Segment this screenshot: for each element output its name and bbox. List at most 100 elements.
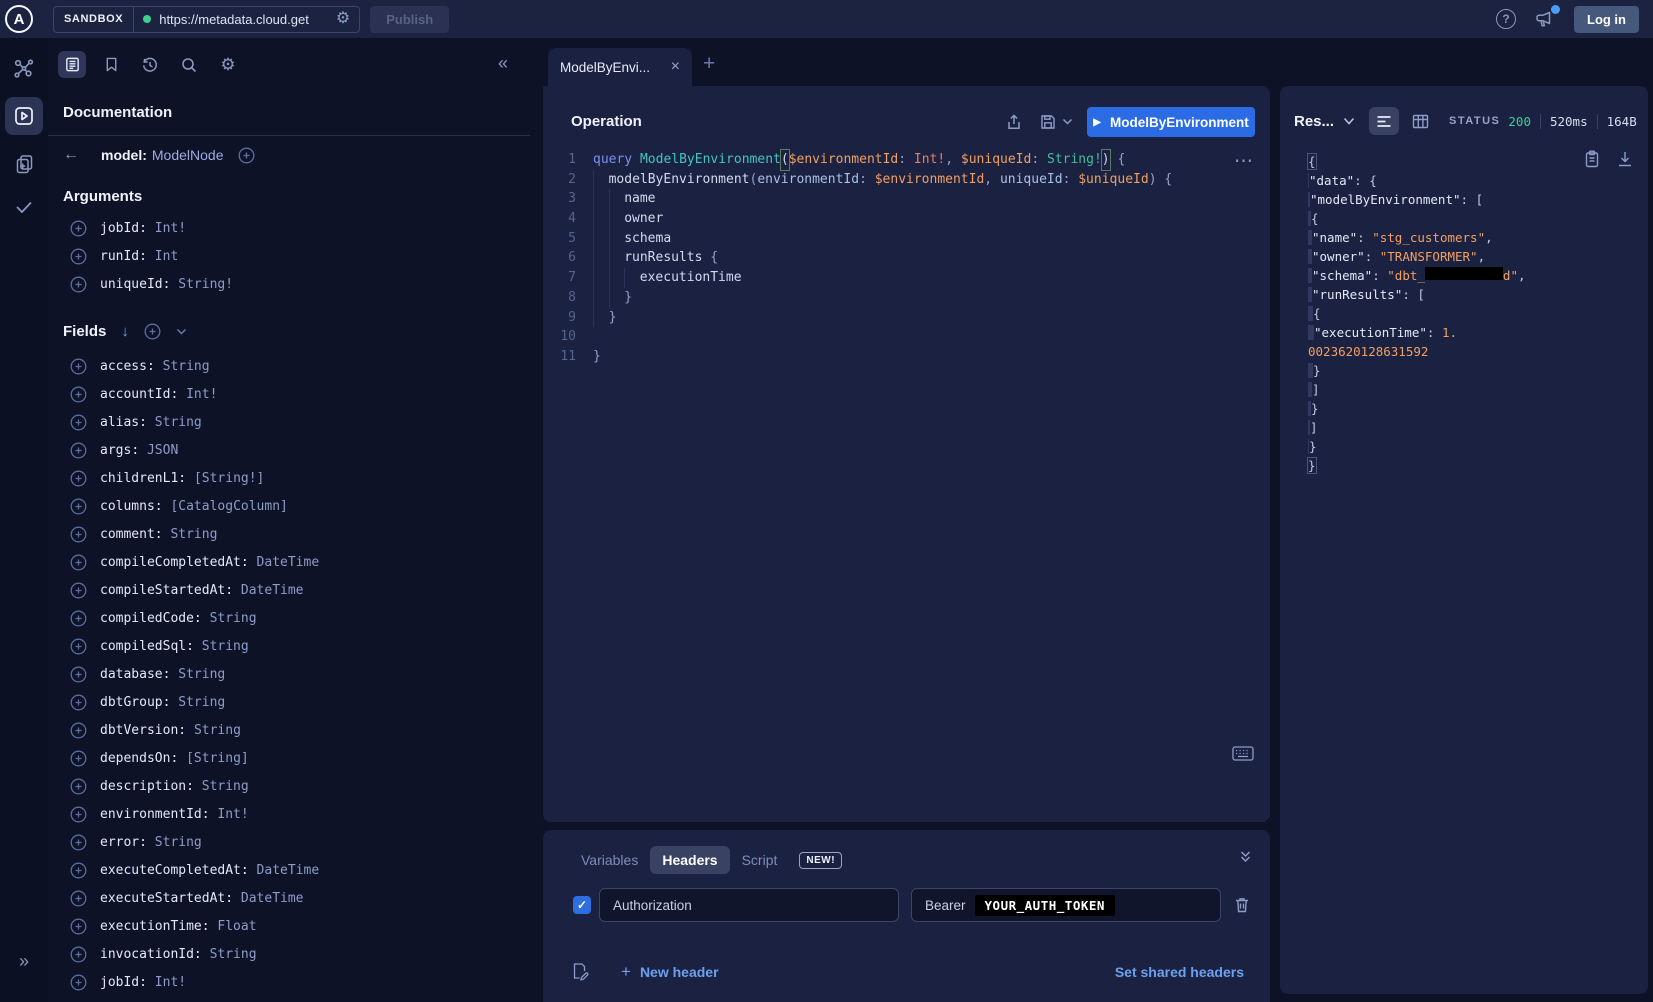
field-item[interactable]: executionTime: Float (63, 912, 530, 940)
field-item[interactable]: columns: [CatalogColumn] (63, 492, 530, 520)
docs-tab-saved[interactable] (97, 51, 125, 78)
response-line: "modelByEnvironment": [ (1308, 190, 1636, 209)
preflight-script-icon[interactable] (571, 963, 589, 982)
secondary-panel: Variables Headers Script NEW! ✓ Authoriz… (543, 830, 1270, 1002)
help-icon[interactable]: ? (1496, 9, 1516, 29)
editor-options-button[interactable]: ⋯ (1234, 152, 1254, 171)
publish-button[interactable]: Publish (370, 6, 449, 33)
circle-plus-icon (70, 610, 87, 627)
field-item[interactable]: executeStartedAt: DateTime (63, 884, 530, 912)
delete-header-button[interactable] (1234, 896, 1250, 914)
header-name-input[interactable]: Authorization (599, 888, 899, 922)
announcements-icon[interactable] (1534, 9, 1556, 29)
field-item[interactable]: dbtVersion: String (63, 716, 530, 744)
sidebar-item-explorer[interactable] (5, 97, 43, 135)
history-clock-icon (141, 56, 159, 74)
chevron-down-icon[interactable] (176, 328, 187, 336)
field-item[interactable]: jobId: Int! (63, 968, 530, 996)
argument-item[interactable]: uniqueId: String! (63, 270, 530, 298)
response-title[interactable]: Res... (1294, 113, 1334, 130)
tab-headers[interactable]: Headers (650, 846, 729, 874)
field-item[interactable]: args: JSON (63, 436, 530, 464)
connection-settings-gear-icon[interactable]: ⚙ (336, 11, 350, 27)
circle-plus-icon (70, 470, 87, 487)
save-button[interactable] (1039, 113, 1057, 131)
field-item[interactable]: access: String (63, 352, 530, 380)
login-button[interactable]: Log in (1574, 6, 1639, 33)
new-feature-badge: NEW! (799, 852, 842, 869)
sidebar-item-sandboxes[interactable] (0, 143, 48, 185)
endpoint-url-text[interactable]: https://metadata.cloud.get (159, 12, 328, 27)
trash-icon (1234, 896, 1250, 914)
connection-status-dot (143, 15, 151, 23)
run-operation-button[interactable]: ▶ ModelByEnvironment (1087, 107, 1255, 137)
field-item[interactable]: comment: String (63, 520, 530, 548)
field-item[interactable]: compileStartedAt: DateTime (63, 576, 530, 604)
header-enabled-checkbox[interactable]: ✓ (573, 896, 591, 914)
share-button[interactable] (1005, 113, 1023, 131)
divider (1597, 114, 1598, 129)
response-line: 0023620128631592 (1308, 342, 1636, 361)
field-item[interactable]: database: String (63, 660, 530, 688)
tab-variables[interactable]: Variables (569, 846, 650, 874)
fields-section-title: Fields (63, 323, 106, 340)
field-item[interactable]: compiledCode: String (63, 604, 530, 632)
save-icon (1039, 113, 1057, 131)
argument-item[interactable]: runId: Int (63, 242, 530, 270)
field-item[interactable]: error: String (63, 828, 530, 856)
field-item[interactable]: childrenL1: [String!] (63, 464, 530, 492)
endpoint-group: SANDBOX https://metadata.cloud.get ⚙ (53, 6, 360, 33)
circle-plus-icon (70, 918, 87, 935)
field-item[interactable]: compileCompletedAt: DateTime (63, 548, 530, 576)
collapse-panel-button[interactable] (1239, 850, 1252, 863)
docs-tab-settings[interactable]: ⚙ (214, 51, 242, 78)
new-header-button[interactable]: + New header (621, 962, 719, 982)
response-line: } (1308, 399, 1636, 418)
set-shared-headers-button[interactable]: Set shared headers (1115, 964, 1244, 980)
collapse-docs-button[interactable]: « (498, 53, 508, 74)
circle-plus-icon (70, 750, 87, 767)
back-arrow-icon[interactable]: ← (63, 146, 79, 164)
field-item[interactable]: invocationId: String (63, 940, 530, 968)
field-item[interactable]: alias: String (63, 408, 530, 436)
formatted-view-button[interactable] (1369, 107, 1399, 135)
field-item[interactable]: description: String (63, 772, 530, 800)
circle-plus-icon (70, 834, 87, 851)
sidebar-item-checklist[interactable] (0, 185, 48, 227)
circle-plus-icon (70, 806, 87, 823)
field-item[interactable]: environmentId: Int! (63, 800, 530, 828)
docs-tab-documentation[interactable] (58, 51, 86, 78)
operation-tab[interactable]: ModelByEnvi... × (548, 48, 692, 86)
field-item[interactable]: compiledSql: String (63, 632, 530, 660)
circle-plus-icon (70, 276, 87, 293)
response-dropdown-chevron[interactable] (1343, 117, 1355, 126)
response-stats: STATUS 200 520ms 164B (1449, 114, 1637, 129)
argument-item[interactable]: jobId: Int! (63, 214, 530, 242)
operation-actions: ▶ ModelByEnvironment (1005, 107, 1255, 137)
keyboard-shortcuts-button[interactable] (1232, 746, 1254, 761)
endpoint-url-input[interactable]: https://metadata.cloud.get ⚙ (134, 11, 359, 27)
new-tab-button[interactable]: + (703, 52, 715, 76)
add-all-fields-button[interactable] (238, 147, 255, 164)
field-item[interactable]: executeCompletedAt: DateTime (63, 856, 530, 884)
add-fields-icon[interactable] (144, 323, 161, 340)
docs-ref-type[interactable]: ModelNode (152, 147, 224, 163)
sort-fields-icon[interactable]: ↓ (121, 323, 129, 340)
field-item[interactable]: accountId: Int! (63, 380, 530, 408)
sidebar-item-schema[interactable] (0, 48, 48, 90)
table-view-button[interactable] (1405, 107, 1435, 135)
auth-token-value[interactable]: YOUR_AUTH_TOKEN (975, 895, 1115, 916)
operation-editor[interactable]: 1query ModelByEnvironment($environmentId… (543, 150, 1270, 367)
bookmark-icon (104, 56, 119, 73)
field-item[interactable]: dependsOn: [String] (63, 744, 530, 772)
close-tab-icon[interactable]: × (671, 58, 680, 76)
field-item[interactable]: dbtGroup: String (63, 688, 530, 716)
code-line: 7executionTime (543, 268, 1270, 288)
expand-rail-button[interactable]: » (0, 951, 48, 972)
header-value-input[interactable]: Bearer YOUR_AUTH_TOKEN (911, 888, 1221, 922)
docs-tab-history[interactable] (136, 51, 164, 78)
docs-tab-search[interactable] (175, 51, 203, 78)
save-menu-chevron[interactable] (1062, 118, 1073, 126)
tab-script[interactable]: Script (730, 846, 790, 874)
circle-plus-icon (70, 414, 87, 431)
